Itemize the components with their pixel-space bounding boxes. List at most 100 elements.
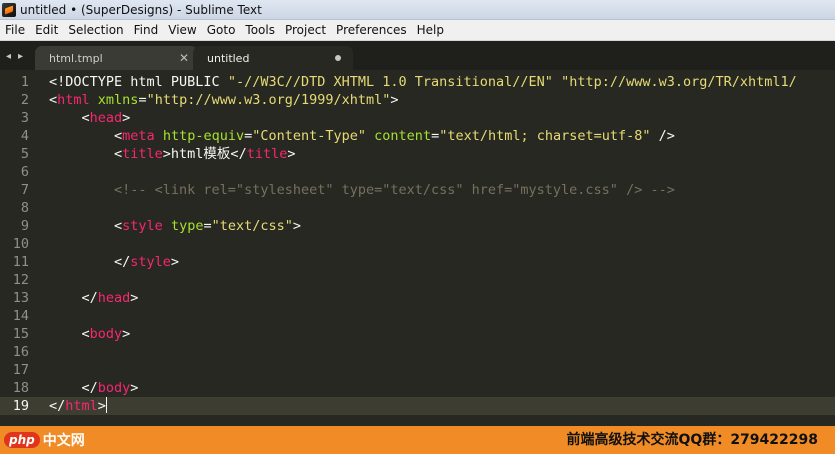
code-token: < xyxy=(49,218,123,234)
code-line[interactable]: <meta http-equiv="Content-Type" content=… xyxy=(49,127,835,145)
code-token: style xyxy=(122,218,163,234)
window-title: untitled • (SuperDesigns) - Sublime Text xyxy=(20,2,262,17)
code-token: < xyxy=(49,110,90,126)
code-line[interactable] xyxy=(49,199,835,217)
code-token: <!DOCTYPE html PUBLIC xyxy=(49,74,228,90)
menu-find[interactable]: Find xyxy=(129,20,164,41)
menu-tools[interactable]: Tools xyxy=(240,20,280,41)
line-number: 5 xyxy=(20,146,29,162)
code-line[interactable]: </style> xyxy=(49,253,835,271)
menu-project[interactable]: Project xyxy=(280,20,331,41)
line-number: 18 xyxy=(12,380,29,396)
code-line[interactable]: <head> xyxy=(49,109,835,127)
code-line[interactable] xyxy=(49,163,835,181)
code-line[interactable]: <!-- <link rel="stylesheet" type="text/c… xyxy=(49,181,835,199)
code-token: "Content-Type" xyxy=(252,128,367,144)
line-number: 10 xyxy=(12,236,29,252)
code-token: <!-- <link rel="stylesheet" type="text/c… xyxy=(49,182,675,198)
watermark-bar: php 中文网 前端高级技术交流QQ群：279422298 xyxy=(0,426,835,454)
code-token: title xyxy=(122,146,163,162)
code-token: head xyxy=(89,110,123,126)
php-cn-logo: php 中文网 xyxy=(4,430,85,450)
code-token: < xyxy=(49,128,123,144)
line-number: 13 xyxy=(12,290,29,306)
code-line[interactable]: <!DOCTYPE html PUBLIC "-//W3C//DTD XHTML… xyxy=(49,73,835,91)
code-token: = xyxy=(138,92,147,108)
code-token: < xyxy=(49,92,58,108)
code-token: > xyxy=(130,290,139,306)
menu-help[interactable]: Help xyxy=(412,20,449,41)
text-cursor xyxy=(105,397,107,413)
line-number-gutter: 1 2 3 4 5 6 7 8 9 10 11 12 13 14 15 16 17 18 19 xyxy=(0,73,44,415)
code-token: </ xyxy=(49,290,98,306)
logo-php-text: php xyxy=(4,432,40,448)
code-line[interactable]: </body> xyxy=(49,379,835,397)
menu-selection[interactable]: Selection xyxy=(63,20,128,41)
code-token: > xyxy=(292,218,302,234)
menu-edit[interactable]: Edit xyxy=(30,20,63,41)
unsaved-dot-icon[interactable] xyxy=(335,55,341,61)
tab-bar: ◂ ▸ html.tmpl ✕ untitled xyxy=(0,41,835,70)
code-line[interactable] xyxy=(49,361,835,379)
line-number: 4 xyxy=(20,128,29,144)
code-line[interactable]: <style type="text/css"> xyxy=(49,217,835,235)
code-token: title xyxy=(246,146,288,162)
code-token: "http://www.w3.org/1999/xhtml" xyxy=(146,92,391,108)
code-token: </ xyxy=(49,398,66,414)
menu-goto[interactable]: Goto xyxy=(202,20,241,41)
code-line[interactable] xyxy=(49,235,835,253)
sublime-window: untitled • (SuperDesigns) - Sublime Text… xyxy=(0,0,835,454)
code-area[interactable]: <!DOCTYPE html PUBLIC "-//W3C//DTD XHTML… xyxy=(49,73,835,415)
code-token: "-//W3C//DTD XHTML 1.0 Transitional//EN" xyxy=(227,74,553,90)
code-token: "http://www.w3.org/TR/xhtml1/ xyxy=(561,74,797,90)
menu-file[interactable]: File xyxy=(0,20,30,41)
code-token: html xyxy=(65,398,98,414)
line-number: 3 xyxy=(20,110,29,126)
code-token: meta xyxy=(122,128,155,144)
code-line[interactable] xyxy=(49,307,835,325)
code-token: > xyxy=(390,92,399,108)
code-token: html xyxy=(57,92,90,108)
code-token: > xyxy=(287,146,296,162)
code-line[interactable]: </html> xyxy=(49,397,835,415)
close-icon[interactable]: ✕ xyxy=(179,50,189,66)
code-token: xmlns xyxy=(97,92,139,108)
code-editor[interactable]: 1 2 3 4 5 6 7 8 9 10 11 12 13 14 15 16 17 18 19 <!DOCTYPE … xyxy=(0,70,835,426)
menu-view[interactable]: View xyxy=(163,20,201,41)
tab-scroll-left-icon[interactable]: ◂ xyxy=(6,51,11,62)
code-token: < xyxy=(49,326,90,342)
code-token: = xyxy=(431,128,440,144)
tab-untitled[interactable]: untitled xyxy=(193,46,353,70)
code-token: > xyxy=(130,380,139,396)
code-token: >html模板</ xyxy=(162,146,247,162)
tab-html-tmpl[interactable]: html.tmpl ✕ xyxy=(35,46,198,70)
code-line[interactable] xyxy=(49,271,835,289)
code-line[interactable]: <body> xyxy=(49,325,835,343)
line-number: 19 xyxy=(12,398,29,414)
code-token: "text/css" xyxy=(211,218,293,234)
code-token: body xyxy=(89,326,123,342)
code-token: > xyxy=(122,326,131,342)
code-token: > xyxy=(170,254,180,270)
line-number: 9 xyxy=(20,218,29,234)
code-token: < xyxy=(49,146,123,162)
code-line[interactable]: <title>html模板</title> xyxy=(49,145,835,163)
code-line[interactable]: </head> xyxy=(49,289,835,307)
line-number: 17 xyxy=(12,362,29,378)
code-token: head xyxy=(97,290,131,306)
code-line[interactable] xyxy=(49,343,835,361)
logo-cn-text: 中文网 xyxy=(42,433,85,449)
tab-scroll-right-icon[interactable]: ▸ xyxy=(18,51,23,62)
line-number: 12 xyxy=(12,272,29,288)
line-number: 11 xyxy=(12,254,29,270)
menu-preferences[interactable]: Preferences xyxy=(331,20,412,41)
code-token: </ xyxy=(49,254,131,270)
sublime-app-icon[interactable] xyxy=(2,2,16,17)
line-number: 14 xyxy=(12,308,29,324)
code-line[interactable]: <html xmlns="http://www.w3.org/1999/xhtm… xyxy=(49,91,835,109)
tab-label: untitled xyxy=(207,51,250,65)
code-token: type xyxy=(170,218,204,234)
